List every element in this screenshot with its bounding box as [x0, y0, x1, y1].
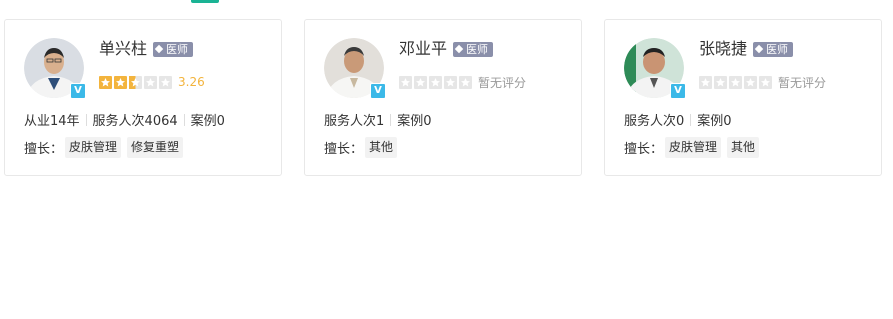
active-tab-indicator [191, 0, 219, 3]
verified-badge-icon: V [670, 83, 686, 99]
star-empty-icon [159, 75, 172, 89]
rating-score: 暂无评分 [778, 75, 827, 90]
service-count: 服务人次1 [324, 114, 385, 129]
doctor-stats: 从业14年 服务人次4064 案例0 [24, 110, 225, 129]
doctor-title-text: 医师 [166, 43, 188, 56]
star-empty-icon [759, 75, 772, 89]
verified-badge-icon: V [370, 83, 386, 99]
star-half-icon [129, 75, 142, 89]
doctor-card-list: V 单兴柱 医师 3.26 从业14年 服务人次4064 案例0 擅长： 皮肤管… [4, 19, 884, 178]
rating-stars: 3.26 [99, 75, 205, 89]
doctor-name[interactable]: 张晓捷 [699, 39, 747, 59]
rating-score: 暂无评分 [478, 75, 527, 90]
case-count: 案例0 [397, 114, 432, 129]
star-empty-icon [459, 75, 472, 89]
case-count: 案例0 [190, 114, 225, 129]
doctor-avatar[interactable]: V [324, 38, 386, 99]
doctor-card[interactable]: V 邓业平 医师 暂无评分 服务人次1 案例0 擅长： 其他 [304, 19, 582, 176]
doctor-name[interactable]: 邓业平 [399, 39, 447, 59]
doctor-stats: 服务人次0 案例0 [624, 110, 732, 129]
skills-label: 擅长： [324, 142, 364, 157]
star-full-icon [114, 75, 127, 89]
diamond-icon [154, 44, 164, 54]
doctor-skills: 擅长： 皮肤管理 修复重塑 [24, 137, 189, 158]
doctor-skills: 擅长： 皮肤管理 其他 [624, 137, 765, 158]
doctor-title-badge: 医师 [153, 42, 193, 57]
star-empty-icon [699, 75, 712, 89]
star-empty-icon [429, 75, 442, 89]
star-empty-icon [399, 75, 412, 89]
doctor-title-text: 医师 [466, 43, 488, 56]
star-empty-icon [414, 75, 427, 89]
doctor-skills: 擅长： 其他 [324, 137, 403, 158]
star-empty-icon [729, 75, 742, 89]
diamond-icon [454, 44, 464, 54]
doctor-card[interactable]: V 张晓捷 医师 暂无评分 服务人次0 案例0 擅长： 皮肤管理 其他 [604, 19, 882, 176]
case-count: 案例0 [697, 114, 732, 129]
divider [690, 113, 692, 126]
service-count: 服务人次0 [624, 114, 685, 129]
divider [85, 113, 87, 126]
star-empty-icon [744, 75, 757, 89]
diamond-icon [754, 44, 764, 54]
doctor-title-badge: 医师 [453, 42, 493, 57]
rating-stars: 暂无评分 [399, 75, 527, 90]
service-count: 服务人次4064 [92, 114, 178, 129]
doctor-title-badge: 医师 [753, 42, 793, 57]
rating-score: 3.26 [178, 75, 205, 89]
verified-badge-icon: V [70, 83, 86, 99]
doctor-avatar[interactable]: V [624, 38, 686, 99]
divider [183, 113, 185, 126]
rating-stars: 暂无评分 [699, 75, 827, 90]
doctor-stats: 服务人次1 案例0 [324, 110, 432, 129]
skill-tag: 皮肤管理 [665, 137, 722, 158]
skills-label: 擅长： [24, 142, 64, 157]
doctor-title-text: 医师 [766, 43, 788, 56]
star-empty-icon [444, 75, 457, 89]
doctor-avatar[interactable]: V [24, 38, 86, 99]
star-empty-icon [144, 75, 157, 89]
skill-tag: 其他 [727, 137, 760, 158]
skill-tag: 皮肤管理 [65, 137, 122, 158]
divider [390, 113, 392, 126]
skill-tag: 修复重塑 [127, 137, 184, 158]
star-empty-icon [714, 75, 727, 89]
doctor-name[interactable]: 单兴柱 [99, 39, 147, 59]
skill-tag: 其他 [365, 137, 398, 158]
doctor-card[interactable]: V 单兴柱 医师 3.26 从业14年 服务人次4064 案例0 擅长： 皮肤管… [4, 19, 282, 176]
skills-label: 擅长： [624, 142, 664, 157]
star-full-icon [99, 75, 112, 89]
years-of-practice: 从业14年 [24, 114, 80, 129]
